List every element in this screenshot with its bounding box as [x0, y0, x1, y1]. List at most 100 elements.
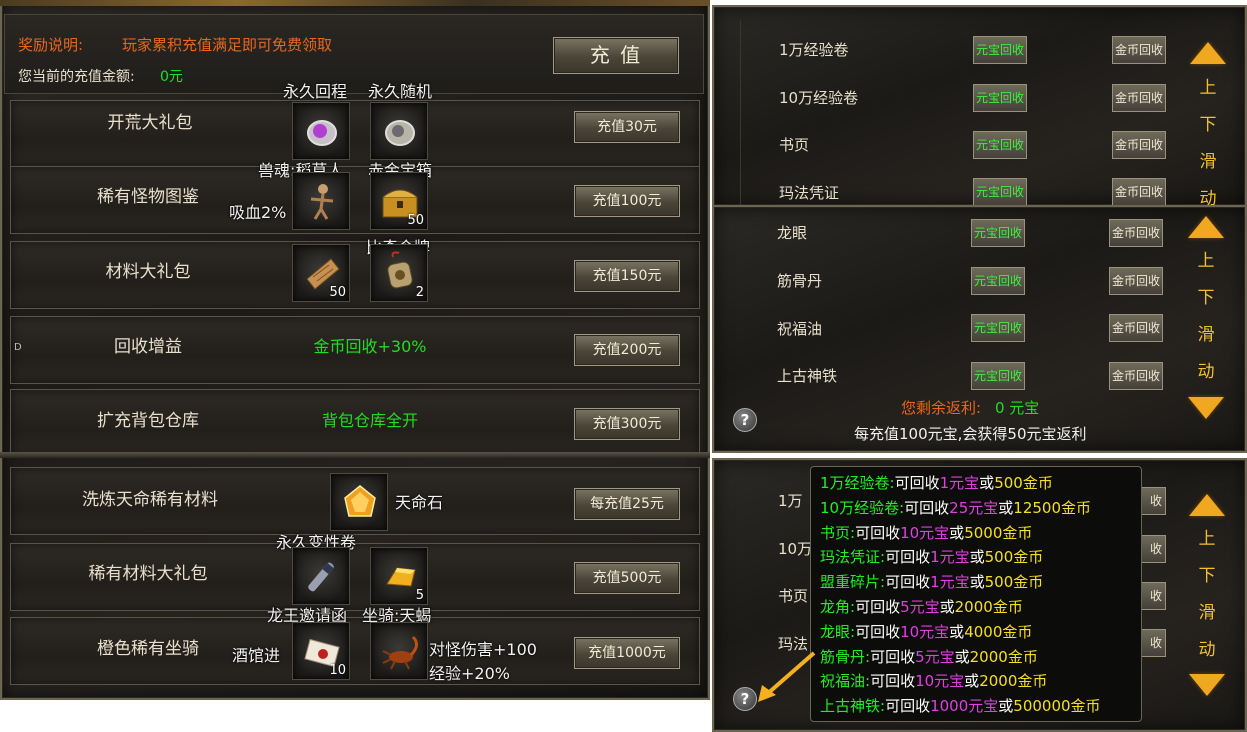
recharge-100-button[interactable]: 充值100元 — [574, 185, 680, 217]
tip-gold: 2000金币 — [954, 597, 1023, 616]
recycle-item-name: 书页 — [779, 136, 810, 154]
tip-text: 可回收 — [870, 672, 916, 691]
scroll-hint-char: 滑 — [1197, 325, 1215, 345]
tip-yuanbao: 1元宝 — [930, 573, 970, 592]
scroll-hint-char: 滑 — [1199, 152, 1217, 172]
scroll-icon — [307, 120, 337, 146]
scroll-icon — [308, 562, 334, 592]
recycle-item-name: 10万经验卷 — [779, 89, 859, 107]
tip-yuanbao: 5元宝 — [900, 597, 940, 616]
recharge-button[interactable]: 充 值 — [553, 37, 679, 74]
scroll-hint-char: 上 — [1198, 529, 1216, 549]
recycle-item-name: 上古神铁 — [777, 367, 838, 385]
gold-recycle-button[interactable]: 金币回收 — [1109, 362, 1163, 390]
yuanbao-recycle-button[interactable]: 元宝回收 — [971, 314, 1025, 342]
item-count: 50 — [329, 285, 346, 300]
recharge-amount-value: 0元 — [160, 69, 183, 85]
recharge-200-button[interactable]: 充值200元 — [574, 334, 680, 366]
item-count: 5 — [415, 588, 424, 603]
yuanbao-recycle-button[interactable]: 元宝回收 — [973, 84, 1027, 112]
reward-title: 开荒大礼包 — [107, 113, 193, 133]
tip-gold: 2000金币 — [979, 672, 1048, 691]
reward-title: 洗炼天命稀有材料 — [82, 490, 218, 510]
tooltip-line: 筋骨丹:可回收5元宝或2000金币 — [820, 645, 1141, 670]
tip-item: 筋骨丹: — [820, 647, 871, 666]
scroll-down-icon[interactable] — [1188, 397, 1224, 419]
yuanbao-recycle-button[interactable]: 元宝回收 — [971, 267, 1025, 295]
item-slot-random-scroll[interactable] — [370, 102, 428, 160]
tooltip-line: 书页:可回收10元宝或5000金币 — [820, 521, 1141, 546]
tip-or: 或 — [964, 672, 980, 691]
yuanbao-recycle-button[interactable]: 元宝回收 — [973, 131, 1027, 159]
tooltip-line: 龙眼:可回收10元宝或4000金币 — [820, 620, 1141, 645]
tip-text: 可回收 — [855, 597, 901, 616]
gold-recycle-button[interactable]: 金币回收 — [1112, 131, 1166, 159]
rebate-value: 0 元宝 — [995, 399, 1040, 417]
recharge-1000-button[interactable]: 充值1000元 — [574, 637, 680, 669]
yuanbao-recycle-button[interactable]: 元宝回收 — [973, 178, 1027, 206]
gold-recycle-button[interactable]: 金币回收 — [1112, 84, 1166, 112]
gold-recycle-button[interactable]: 金币回收 — [1109, 314, 1163, 342]
scroll-up-icon[interactable] — [1190, 42, 1226, 64]
tip-or: 或 — [998, 498, 1014, 517]
yuanbao-recycle-button[interactable]: 元宝回收 — [971, 219, 1025, 247]
item-slot-destiny-stone[interactable] — [330, 473, 388, 531]
tip-text: 可回收 — [855, 523, 901, 542]
item-extra: 经验+20% — [429, 664, 510, 683]
tooltip-line: 祝福油:可回收10元宝或2000金币 — [820, 669, 1141, 694]
gold-recycle-button[interactable]: 金币回收 — [1109, 219, 1163, 247]
tip-item: 上古神铁: — [820, 697, 886, 716]
recycle-item-name: 龙眼 — [777, 224, 808, 242]
tip-or: 或 — [949, 622, 965, 641]
tip-text: 可回收 — [885, 573, 931, 592]
scroll-hint-char: 下 — [1197, 288, 1215, 308]
reward-title: 回收增益 — [114, 337, 182, 357]
rebate-label: 您剩余返利: — [901, 399, 982, 417]
item-name: 永久随机 — [368, 82, 433, 101]
recharge-25-button[interactable]: 每充值25元 — [574, 488, 680, 520]
reward-green-text: 背包仓库全开 — [321, 411, 418, 430]
tip-text: 可回收 — [894, 474, 940, 492]
item-slot-biqi-token[interactable]: 2 — [370, 244, 428, 302]
item-slot-scarecrow-soul[interactable] — [292, 172, 350, 230]
recharge-30-button[interactable]: 充值30元 — [574, 111, 680, 143]
recharge-150-button[interactable]: 充值150元 — [574, 260, 680, 292]
scroll-down-icon[interactable] — [1189, 674, 1225, 696]
gold-recycle-button[interactable]: 金币回收 — [1112, 36, 1166, 64]
recycle-item-name: 10万 — [778, 540, 813, 558]
rebate-note: 每充值100元宝,会获得50元宝返利 — [854, 425, 1087, 443]
tooltip-line: 玛法凭证:可回收1元宝或500金币 — [820, 545, 1141, 570]
tip-text: 可回收 — [885, 697, 931, 716]
tip-or: 或 — [998, 697, 1014, 716]
item-count: 50 — [407, 213, 424, 228]
item-slot-gold-chest[interactable]: 50 — [370, 172, 428, 230]
item-slot-scorpion-mount[interactable] — [370, 622, 428, 680]
tip-yuanbao: 1元宝 — [930, 548, 970, 567]
scroll-up-icon[interactable] — [1189, 494, 1225, 516]
tip-yuanbao: 1元宝 — [939, 474, 980, 492]
tip-gold: 4000金币 — [964, 622, 1033, 641]
recycle-item-name: 1万经验卷 — [779, 41, 849, 59]
item-slot-return-scroll[interactable] — [292, 102, 350, 160]
item-slot-dragon-invite[interactable]: 10 — [292, 622, 350, 680]
scroll-hint-char: 上 — [1199, 78, 1217, 98]
tooltip-line: 上古神铁:可回收1000元宝或500000金币 — [820, 694, 1141, 719]
tip-item: 1万经验卷: — [820, 474, 895, 492]
recycle-item-name: 1万 — [778, 492, 803, 510]
scroll-up-icon[interactable] — [1188, 216, 1224, 238]
item-slot-gold-bar[interactable]: 5 — [370, 547, 428, 605]
tip-item: 书页: — [820, 523, 856, 542]
gold-recycle-button[interactable]: 金币回收 — [1112, 178, 1166, 206]
yuanbao-recycle-button[interactable]: 元宝回收 — [971, 362, 1025, 390]
item-count: 10 — [329, 663, 346, 678]
tooltip-line: 1万经验卷:可回收1元宝或500金币 — [820, 471, 1141, 496]
help-icon[interactable]: ? — [733, 408, 757, 432]
recharge-300-button[interactable]: 充值300元 — [574, 408, 680, 440]
gem-icon — [344, 485, 376, 517]
yuanbao-recycle-button[interactable]: 元宝回收 — [973, 36, 1027, 64]
tip-item: 龙角: — [820, 597, 856, 616]
item-slot-gender-scroll[interactable] — [292, 547, 350, 605]
gold-recycle-button[interactable]: 金币回收 — [1109, 267, 1163, 295]
item-slot-book-pages[interactable]: 50 — [292, 244, 350, 302]
recharge-500-button[interactable]: 充值500元 — [574, 562, 680, 594]
